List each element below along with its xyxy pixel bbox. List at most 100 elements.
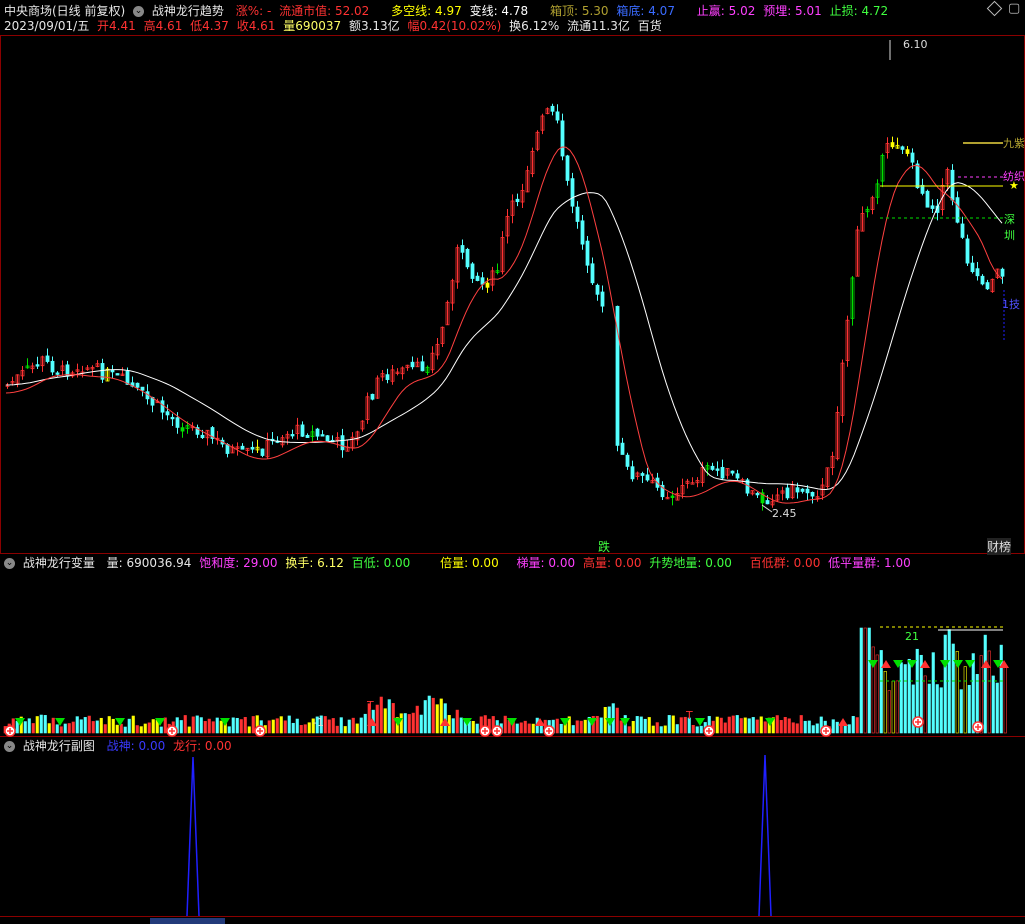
candle-body <box>575 206 580 222</box>
volume-bar <box>23 721 27 734</box>
candle-body <box>475 275 480 281</box>
volume-bar <box>807 720 811 734</box>
candle-body <box>180 427 185 432</box>
candle-body <box>730 470 735 474</box>
candle-body <box>955 197 960 223</box>
pane2-dropdown-icon[interactable]: ⌄ <box>4 558 15 569</box>
candle-body <box>755 492 760 496</box>
volume-bar <box>783 717 787 734</box>
volume-bar <box>471 721 475 734</box>
candle-body <box>470 263 475 279</box>
candle-body <box>160 400 165 413</box>
volume-bar <box>103 724 107 734</box>
candle-body <box>715 468 720 471</box>
volume-bar <box>847 724 851 734</box>
volume-bar <box>731 715 735 734</box>
candle-body <box>590 263 595 284</box>
volume-bar <box>231 717 235 734</box>
volume-bar <box>627 726 631 734</box>
volume-bar <box>387 699 391 734</box>
candle-body <box>595 284 600 295</box>
pane3-title[interactable]: 战神龙行副图 <box>23 739 95 753</box>
volume-bar <box>571 725 575 734</box>
candle-body <box>570 178 575 207</box>
volume-bar <box>179 720 183 734</box>
volume-bar <box>647 717 651 734</box>
volume-bar <box>599 717 603 734</box>
candle-body <box>735 473 740 479</box>
volume-bar <box>147 722 151 734</box>
volume-bar <box>699 725 703 734</box>
volume-bar <box>963 666 967 734</box>
candle-body <box>800 488 805 492</box>
candle-body <box>110 369 115 373</box>
volume-bar <box>999 644 1003 734</box>
caibang-button[interactable]: 财榜 <box>987 538 1012 555</box>
candle-body <box>55 372 60 375</box>
candle-body <box>315 428 320 437</box>
volume-bar <box>423 700 427 734</box>
shengshi-readout: 升势地量: 0.00 <box>649 556 732 570</box>
die-signal-label: 跌 <box>598 540 611 554</box>
volume-bar <box>443 703 447 734</box>
saturation-readout: 饱和度: 29.00 <box>199 556 278 570</box>
volume-bar <box>407 714 411 734</box>
volume-bar <box>531 723 535 734</box>
volume-bar <box>763 721 767 734</box>
volume-bar <box>907 658 911 734</box>
candle-body <box>385 374 390 380</box>
volume-bar <box>83 717 87 734</box>
volume-bar <box>811 725 815 734</box>
volume-bar <box>971 653 975 734</box>
volume-bar <box>691 724 695 734</box>
volume-bar <box>651 725 655 734</box>
baidi-readout: 百低: 0.00 <box>351 556 411 570</box>
low-pointer-line <box>761 504 773 513</box>
volume-bar <box>579 720 583 734</box>
volume-bar <box>519 722 523 734</box>
volume-bar <box>959 689 963 734</box>
candle-body <box>465 248 470 268</box>
price-chart[interactable] <box>0 0 1025 924</box>
volume-bar <box>59 726 63 734</box>
candle-body <box>890 142 895 148</box>
volume-bar <box>867 627 871 734</box>
pane3-dropdown-icon[interactable]: ⌄ <box>4 741 15 752</box>
candle-body <box>720 466 725 479</box>
volume-bar <box>283 720 287 734</box>
volume-bar <box>435 704 439 734</box>
volume-bar <box>27 718 31 734</box>
volume-bar <box>735 715 739 734</box>
pane2-title[interactable]: 战神龙行变量 <box>23 556 95 570</box>
zhanshen-readout: 战神: 0.00 <box>106 739 166 753</box>
volume-bar <box>987 650 991 734</box>
volume-bar <box>187 726 191 734</box>
volume-bar <box>859 627 863 734</box>
volume-bar <box>251 716 255 734</box>
volume-bar <box>211 721 215 734</box>
volume-bar <box>135 725 139 734</box>
down-arrow-marker <box>115 718 125 726</box>
candle-body <box>560 120 565 157</box>
volume-bar <box>791 722 795 734</box>
candle-body <box>915 163 920 189</box>
volume-bar <box>891 680 895 734</box>
volume-bar <box>659 726 663 734</box>
volume-bar <box>67 723 71 734</box>
candle-body <box>920 184 925 194</box>
candle-body <box>765 500 770 505</box>
blue-label: 1技 <box>1002 298 1020 311</box>
candle-body <box>975 268 980 277</box>
volume-bar <box>351 717 355 734</box>
t-label: T <box>367 699 374 712</box>
volume-bar <box>427 695 431 734</box>
candle-body <box>620 442 625 455</box>
volume-bar <box>779 720 783 734</box>
volume-bar <box>603 707 607 734</box>
volume-bar <box>855 717 859 734</box>
horizontal-scrollbar[interactable] <box>150 918 225 924</box>
volume-bar <box>87 715 91 734</box>
volume-bar <box>895 680 899 734</box>
candle-body <box>905 149 910 154</box>
volume-bar <box>51 717 55 734</box>
